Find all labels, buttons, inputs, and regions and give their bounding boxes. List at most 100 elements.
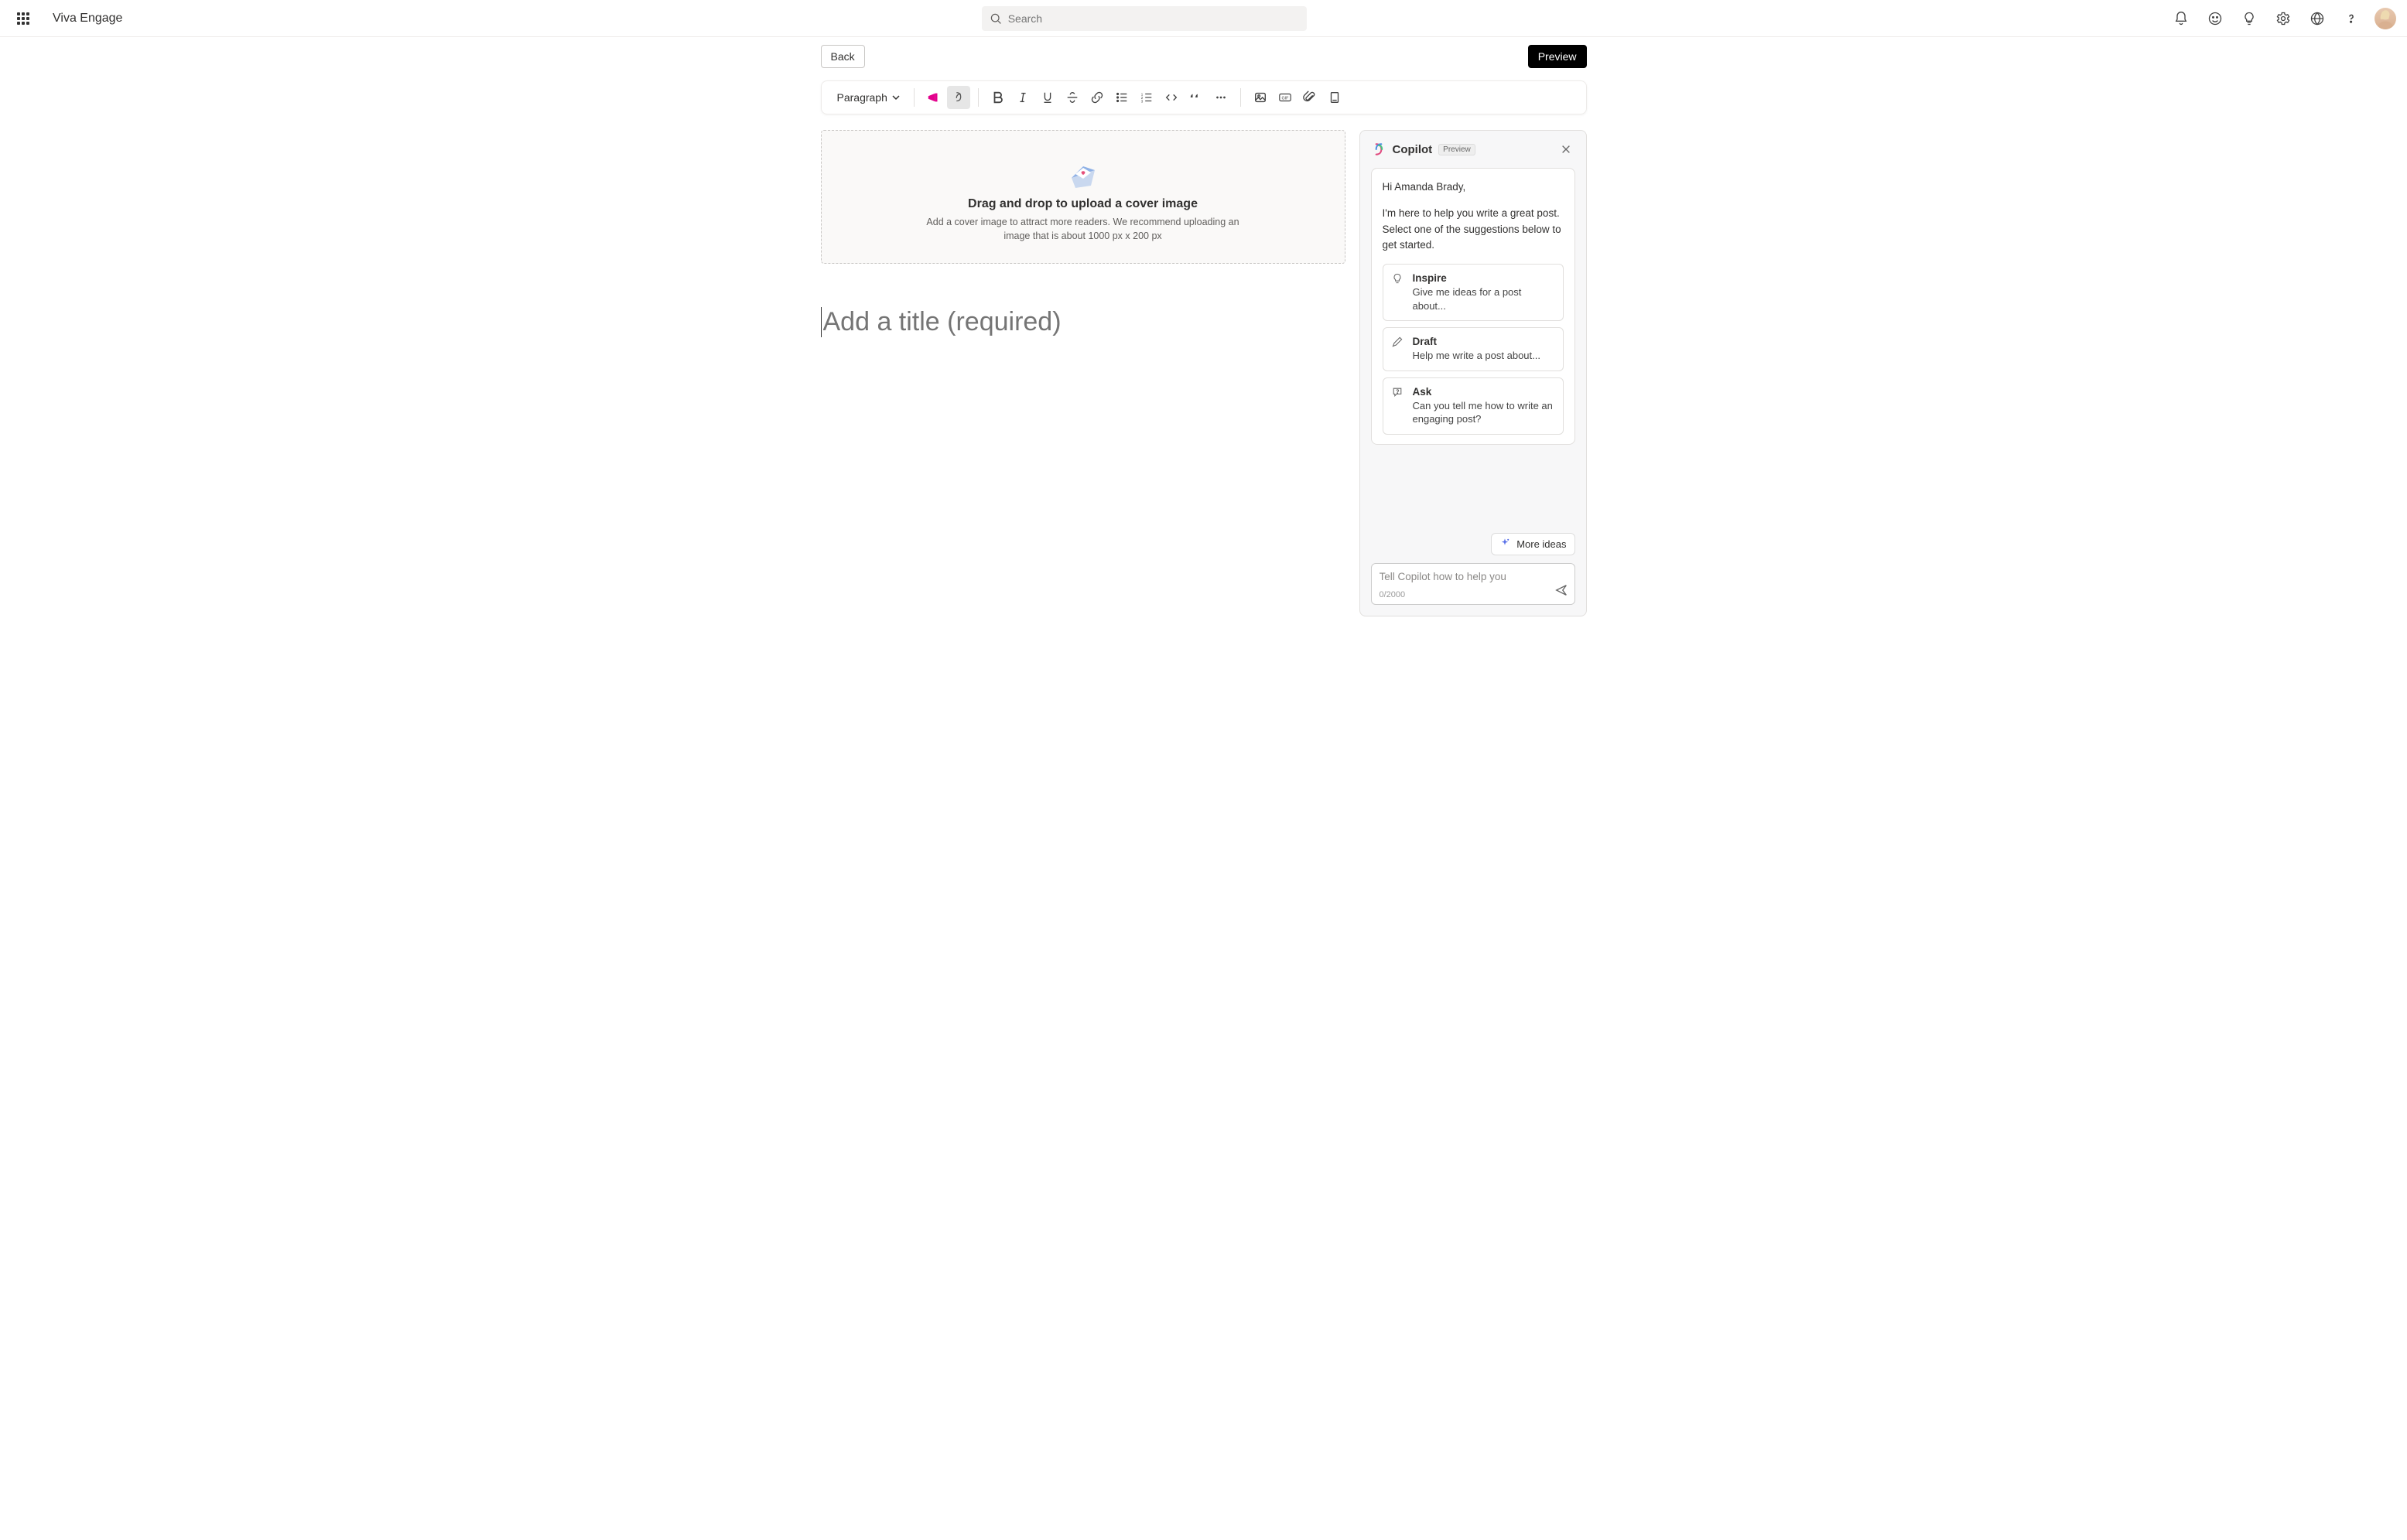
copilot-more-ideas-button[interactable]: More ideas <box>1491 533 1574 555</box>
image-button[interactable] <box>1249 86 1272 109</box>
suggestion-title: Ask <box>1413 386 1554 398</box>
toolbar-separator <box>914 88 915 107</box>
svg-text:GIF: GIF <box>1281 97 1289 101</box>
copilot-body: Hi Amanda Brady, I'm here to help you wr… <box>1360 168 1586 456</box>
bullet-list-button[interactable] <box>1110 86 1133 109</box>
search-icon <box>990 12 1002 25</box>
copilot-title: Copilot <box>1393 143 1433 156</box>
copilot-text-input[interactable] <box>1380 571 1567 582</box>
back-button[interactable]: Back <box>821 45 865 68</box>
strikethrough-button[interactable] <box>1061 86 1084 109</box>
globe-button[interactable] <box>2302 3 2333 34</box>
notifications-button[interactable] <box>2166 3 2197 34</box>
content-row: Drag and drop to upload a cover image Ad… <box>821 130 1587 616</box>
link-button[interactable] <box>1086 86 1109 109</box>
send-icon <box>1554 583 1568 597</box>
settings-button[interactable] <box>2268 3 2299 34</box>
copilot-suggestion-inspire[interactable]: Inspire Give me ideas for a post about..… <box>1383 264 1564 321</box>
pencil-icon <box>1391 336 1404 352</box>
sparkle-icon <box>1499 538 1510 551</box>
copilot-close-button[interactable] <box>1557 140 1575 159</box>
chat-question-icon <box>1391 386 1404 402</box>
editor-column: Drag and drop to upload a cover image Ad… <box>821 130 1345 337</box>
app: Viva Engage <box>0 0 2407 1540</box>
copilot-input-wrap: 0/2000 <box>1360 563 1586 616</box>
bullet-list-icon <box>1115 90 1129 104</box>
numbered-list-button[interactable]: 123 <box>1135 86 1158 109</box>
copilot-message-card: Hi Amanda Brady, I'm here to help you wr… <box>1371 168 1575 445</box>
bold-button[interactable] <box>986 86 1010 109</box>
strikethrough-icon <box>1065 90 1079 104</box>
search-input[interactable] <box>1008 12 1299 25</box>
suggestion-desc: Can you tell me how to write an engaging… <box>1413 399 1554 426</box>
svg-text:3: 3 <box>1141 99 1144 103</box>
smile-icon <box>2207 11 2223 26</box>
paragraph-style-dropdown[interactable]: Paragraph <box>831 88 906 107</box>
suggestion-desc: Give me ideas for a post about... <box>1413 285 1554 312</box>
gear-icon <box>2275 11 2291 26</box>
emoji-button[interactable] <box>2200 3 2231 34</box>
app-launcher-button[interactable] <box>11 6 36 31</box>
idea-button[interactable] <box>2234 3 2265 34</box>
underline-button[interactable] <box>1036 86 1059 109</box>
more-formatting-button[interactable] <box>1209 86 1233 109</box>
italic-button[interactable] <box>1011 86 1034 109</box>
link-icon <box>1090 90 1104 104</box>
lightbulb-icon <box>1391 272 1404 289</box>
lightbulb-icon <box>2241 11 2257 26</box>
book-icon <box>1328 90 1342 104</box>
help-button[interactable] <box>2336 3 2367 34</box>
copilot-intro: I'm here to help you write a great post.… <box>1383 206 1564 253</box>
header-right <box>2166 3 2396 34</box>
copilot-suggestion-ask[interactable]: Ask Can you tell me how to write an enga… <box>1383 377 1564 435</box>
search-box[interactable] <box>982 6 1307 31</box>
attach-button[interactable] <box>1298 86 1321 109</box>
avatar-image <box>2375 8 2396 29</box>
close-icon <box>1561 144 1571 155</box>
suggestion-desc: Help me write a post about... <box>1413 349 1554 363</box>
image-icon <box>1253 90 1267 104</box>
paperclip-icon <box>1303 90 1317 104</box>
cover-sub: Add a cover image to attract more reader… <box>921 216 1246 243</box>
copilot-glyph-icon <box>952 90 966 104</box>
copilot-badge: Preview <box>1438 144 1475 155</box>
cover-drop-zone[interactable]: Drag and drop to upload a cover image Ad… <box>821 130 1345 264</box>
editor-toolbar: Paragraph 123 GIF <box>821 80 1587 114</box>
copilot-toolbar-button[interactable] <box>947 86 970 109</box>
header-center <box>130 6 2158 31</box>
main: Back Preview Paragraph 123 <box>0 37 2407 1540</box>
copilot-counter: 0/2000 <box>1380 590 1406 599</box>
code-button[interactable] <box>1160 86 1183 109</box>
toolbar-separator <box>1240 88 1241 107</box>
copilot-suggestion-draft[interactable]: Draft Help me write a post about... <box>1383 327 1564 371</box>
suggestion-title: Draft <box>1413 336 1554 347</box>
more-icon <box>1214 90 1228 104</box>
book-button[interactable] <box>1323 86 1346 109</box>
more-ideas-label: More ideas <box>1516 538 1566 550</box>
paragraph-style-label: Paragraph <box>837 91 887 104</box>
title-input[interactable] <box>821 307 1345 337</box>
copilot-send-button[interactable] <box>1554 583 1568 601</box>
copilot-header: Copilot Preview <box>1360 131 1586 168</box>
underline-icon <box>1041 90 1055 104</box>
quote-button[interactable] <box>1185 86 1208 109</box>
avatar[interactable] <box>2375 8 2396 29</box>
brand-title: Viva Engage <box>53 12 122 26</box>
megaphone-icon <box>927 90 941 104</box>
copilot-input[interactable]: 0/2000 <box>1371 563 1575 605</box>
italic-icon <box>1016 90 1030 104</box>
globe-icon <box>2310 11 2325 26</box>
preview-button[interactable]: Preview <box>1528 45 1587 68</box>
bell-icon <box>2173 11 2189 26</box>
envelope-icon <box>1056 151 1110 190</box>
header: Viva Engage <box>0 0 2407 37</box>
copilot-logo-icon <box>1371 142 1386 157</box>
copilot-panel: Copilot Preview Hi Amanda Brady, I'm her… <box>1359 130 1587 616</box>
action-bar: Back Preview <box>821 45 1587 68</box>
gif-icon: GIF <box>1278 90 1292 104</box>
code-icon <box>1164 90 1178 104</box>
announce-button[interactable] <box>922 86 945 109</box>
help-icon <box>2344 11 2359 26</box>
gif-button[interactable]: GIF <box>1274 86 1297 109</box>
cover-heading: Drag and drop to upload a cover image <box>837 197 1329 211</box>
